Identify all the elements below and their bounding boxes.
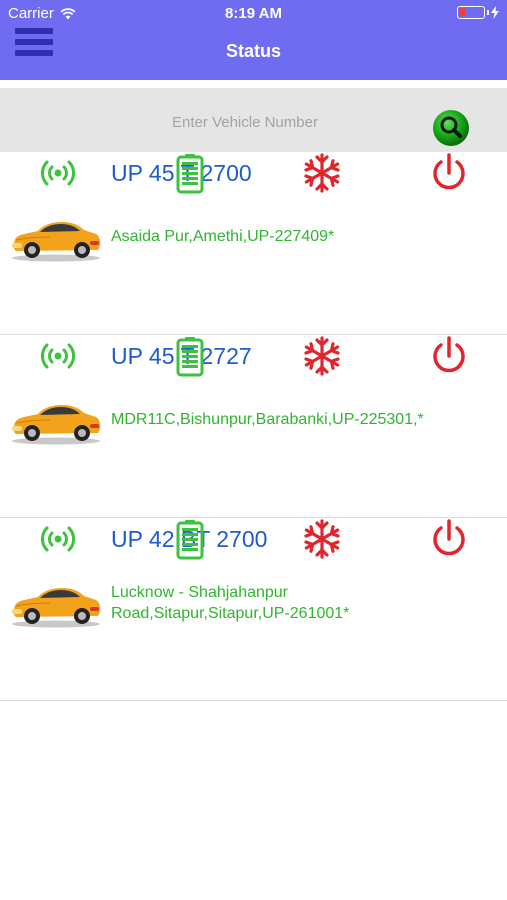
battery-status-button[interactable] (169, 518, 211, 560)
battery-status-button[interactable] (169, 335, 211, 377)
power-icon (433, 336, 465, 373)
signal-status-button[interactable] (37, 335, 79, 377)
vehicle-number-input[interactable] (120, 110, 370, 134)
battery-icon (176, 520, 204, 560)
search-button[interactable] (432, 109, 470, 147)
vehicle-address: MDR11C,Bishunpur,Barabanki,UP-225301,* (111, 411, 424, 428)
power-icon (433, 519, 465, 556)
battery-status-icon (457, 6, 485, 19)
battery-indicator (457, 6, 499, 19)
search-bar (0, 88, 507, 152)
hamburger-icon (15, 28, 53, 34)
vehicle-card[interactable]: UP 45 T 2727 MDR11C,Bishunpur,Barabanki,… (0, 335, 507, 518)
battery-icon (176, 154, 204, 194)
power-status-button[interactable] (428, 335, 470, 377)
vehicle-card[interactable]: UP 45 T 2700 Asaida Pur,Amethi,UP-227409… (0, 152, 507, 335)
snowflake-icon (304, 153, 340, 193)
ac-status-button[interactable] (301, 152, 343, 194)
power-status-button[interactable] (428, 152, 470, 194)
signal-icon (40, 160, 76, 186)
power-icon (433, 153, 465, 190)
ac-status-button[interactable] (301, 518, 343, 560)
vehicle-card[interactable]: UP 42 BT 2700 Lucknow - Shahjahanpur Roa… (0, 518, 507, 701)
signal-icon (40, 526, 76, 552)
ac-status-button[interactable] (301, 335, 343, 377)
status-bar: Carrier 8:19 AM (0, 0, 507, 26)
battery-icon (176, 337, 204, 377)
vehicle-address: Asaida Pur,Amethi,UP-227409* (111, 228, 335, 245)
charging-bolt-icon (491, 6, 499, 19)
snowflake-icon (304, 519, 340, 559)
power-status-button[interactable] (428, 518, 470, 560)
signal-icon (40, 343, 76, 369)
signal-status-button[interactable] (37, 518, 79, 560)
car-icon (12, 222, 101, 262)
vehicle-address: Lucknow - Shahjahanpur Road,Sitapur,Sita… (111, 584, 350, 622)
status-time: 8:19 AM (225, 5, 282, 22)
app-header: Carrier 8:19 AM Status (0, 0, 507, 80)
signal-status-button[interactable] (37, 152, 79, 194)
page-title: Status (225, 41, 281, 61)
snowflake-icon (304, 336, 340, 376)
car-icon (12, 405, 101, 445)
battery-status-button[interactable] (169, 152, 211, 194)
car-icon (12, 588, 101, 628)
search-icon (433, 110, 469, 146)
